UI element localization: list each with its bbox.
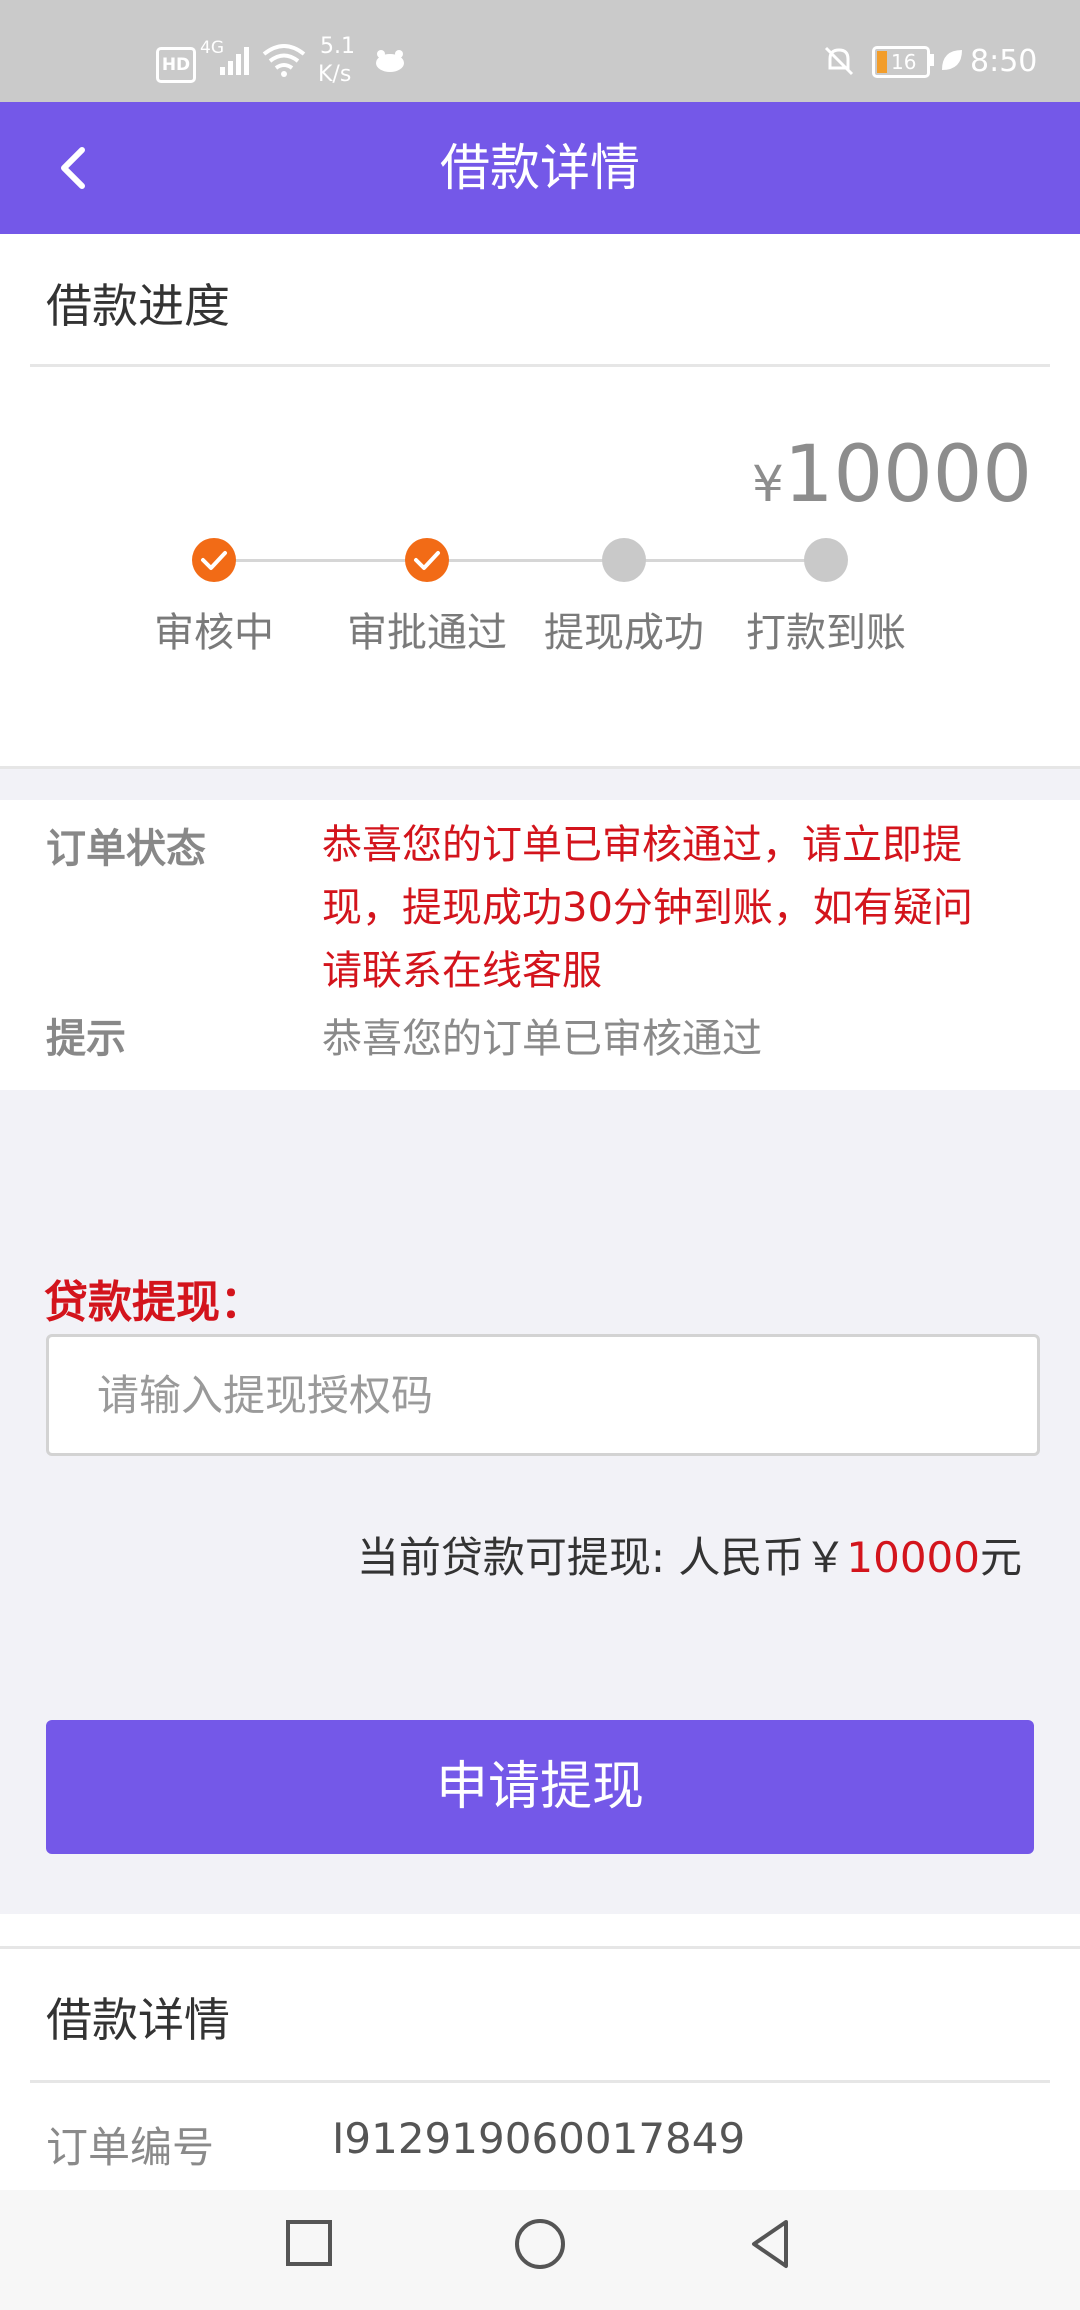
order-status-card: 订单状态 恭喜您的订单已审核通过，请立即提 现，提现成功30分钟到账，如有疑问 … [0,800,1080,1090]
loan-details-title: 借款详情 [46,1993,230,2047]
divider [30,2080,1050,2083]
step-1-marker [192,538,236,582]
app-notification-icon [376,50,404,72]
divider [0,1946,1080,1949]
amount-value: 10000 [783,430,1032,520]
battery-level: 16 [891,50,917,74]
step-3-marker [602,538,646,582]
circle-icon [515,2219,565,2269]
step-4-marker [804,538,848,582]
loan-amount: ¥10000 [752,430,1032,520]
progress-card: 借款进度 ¥10000 审核中 审批通过 提现成功 打款到账 [0,234,1080,766]
status-bar: HD 4G 5.1 K/s 16 8:50 [0,0,1080,102]
divider [0,766,1080,769]
system-back-button[interactable] [740,2214,800,2274]
step-4-label: 打款到账 [746,610,906,656]
hd-icon: HD [156,47,196,83]
loan-details-card: 借款详情 订单编号 I912919060017849 [0,1914,1080,2190]
available-amount: 当前贷款可提现: 人民币￥10000元 [357,1524,1022,1585]
order-number-label: 订单编号 [46,2123,215,2172]
progress-track [214,559,826,562]
app-header: 借款详情 [0,102,1080,234]
leaf-icon [942,50,962,70]
available-suffix: 元 [979,1533,1022,1582]
divider [30,364,1050,367]
check-icon [414,551,440,570]
step-3-label: 提现成功 [544,610,704,656]
signal-icon [220,47,249,75]
apply-withdraw-button[interactable]: 申请提现 [46,1720,1034,1854]
home-button[interactable] [510,2214,570,2274]
auth-code-field[interactable] [46,1334,1040,1456]
available-amount-value: 10000 [846,1533,980,1582]
step-2-marker [405,538,449,582]
battery-icon: 16 [872,46,930,78]
order-status-line: 请联系在线客服 [322,948,602,994]
order-status-label: 订单状态 [46,826,206,872]
square-icon [286,2220,332,2266]
net-speed-unit: K/s [318,62,352,87]
order-status-line: 现，提现成功30分钟到账，如有疑问 [322,885,973,931]
check-icon [201,551,227,570]
step-2-label: 审批通过 [347,610,507,656]
withdraw-label: 贷款提现： [44,1277,264,1328]
tip-label: 提示 [46,1016,126,1062]
order-status-message: 恭喜您的订单已审核通过，请立即提 现，提现成功30分钟到账，如有疑问 请联系在线… [322,814,1042,1003]
order-status-line: 恭喜您的订单已审核通过，请立即提 [322,822,962,868]
available-prefix: 当前贷款可提现: 人民币￥ [356,1533,847,1582]
system-nav-bar [0,2190,1080,2310]
mute-bell-icon [824,46,854,76]
wifi-icon [262,44,306,77]
step-1-label: 审核中 [154,610,274,656]
currency-symbol: ¥ [752,455,784,513]
net-speed-value: 5.1 [320,34,355,59]
triangle-back-icon [752,2220,788,2268]
clock: 8:50 [970,44,1038,79]
page-title: 借款详情 [440,139,640,197]
order-number-value: I912919060017849 [332,2114,746,2163]
recent-apps-button[interactable] [280,2214,340,2274]
tip-value: 恭喜您的订单已审核通过 [322,1016,762,1062]
progress-section-title: 借款进度 [46,279,230,333]
auth-code-input[interactable] [49,1337,1037,1453]
